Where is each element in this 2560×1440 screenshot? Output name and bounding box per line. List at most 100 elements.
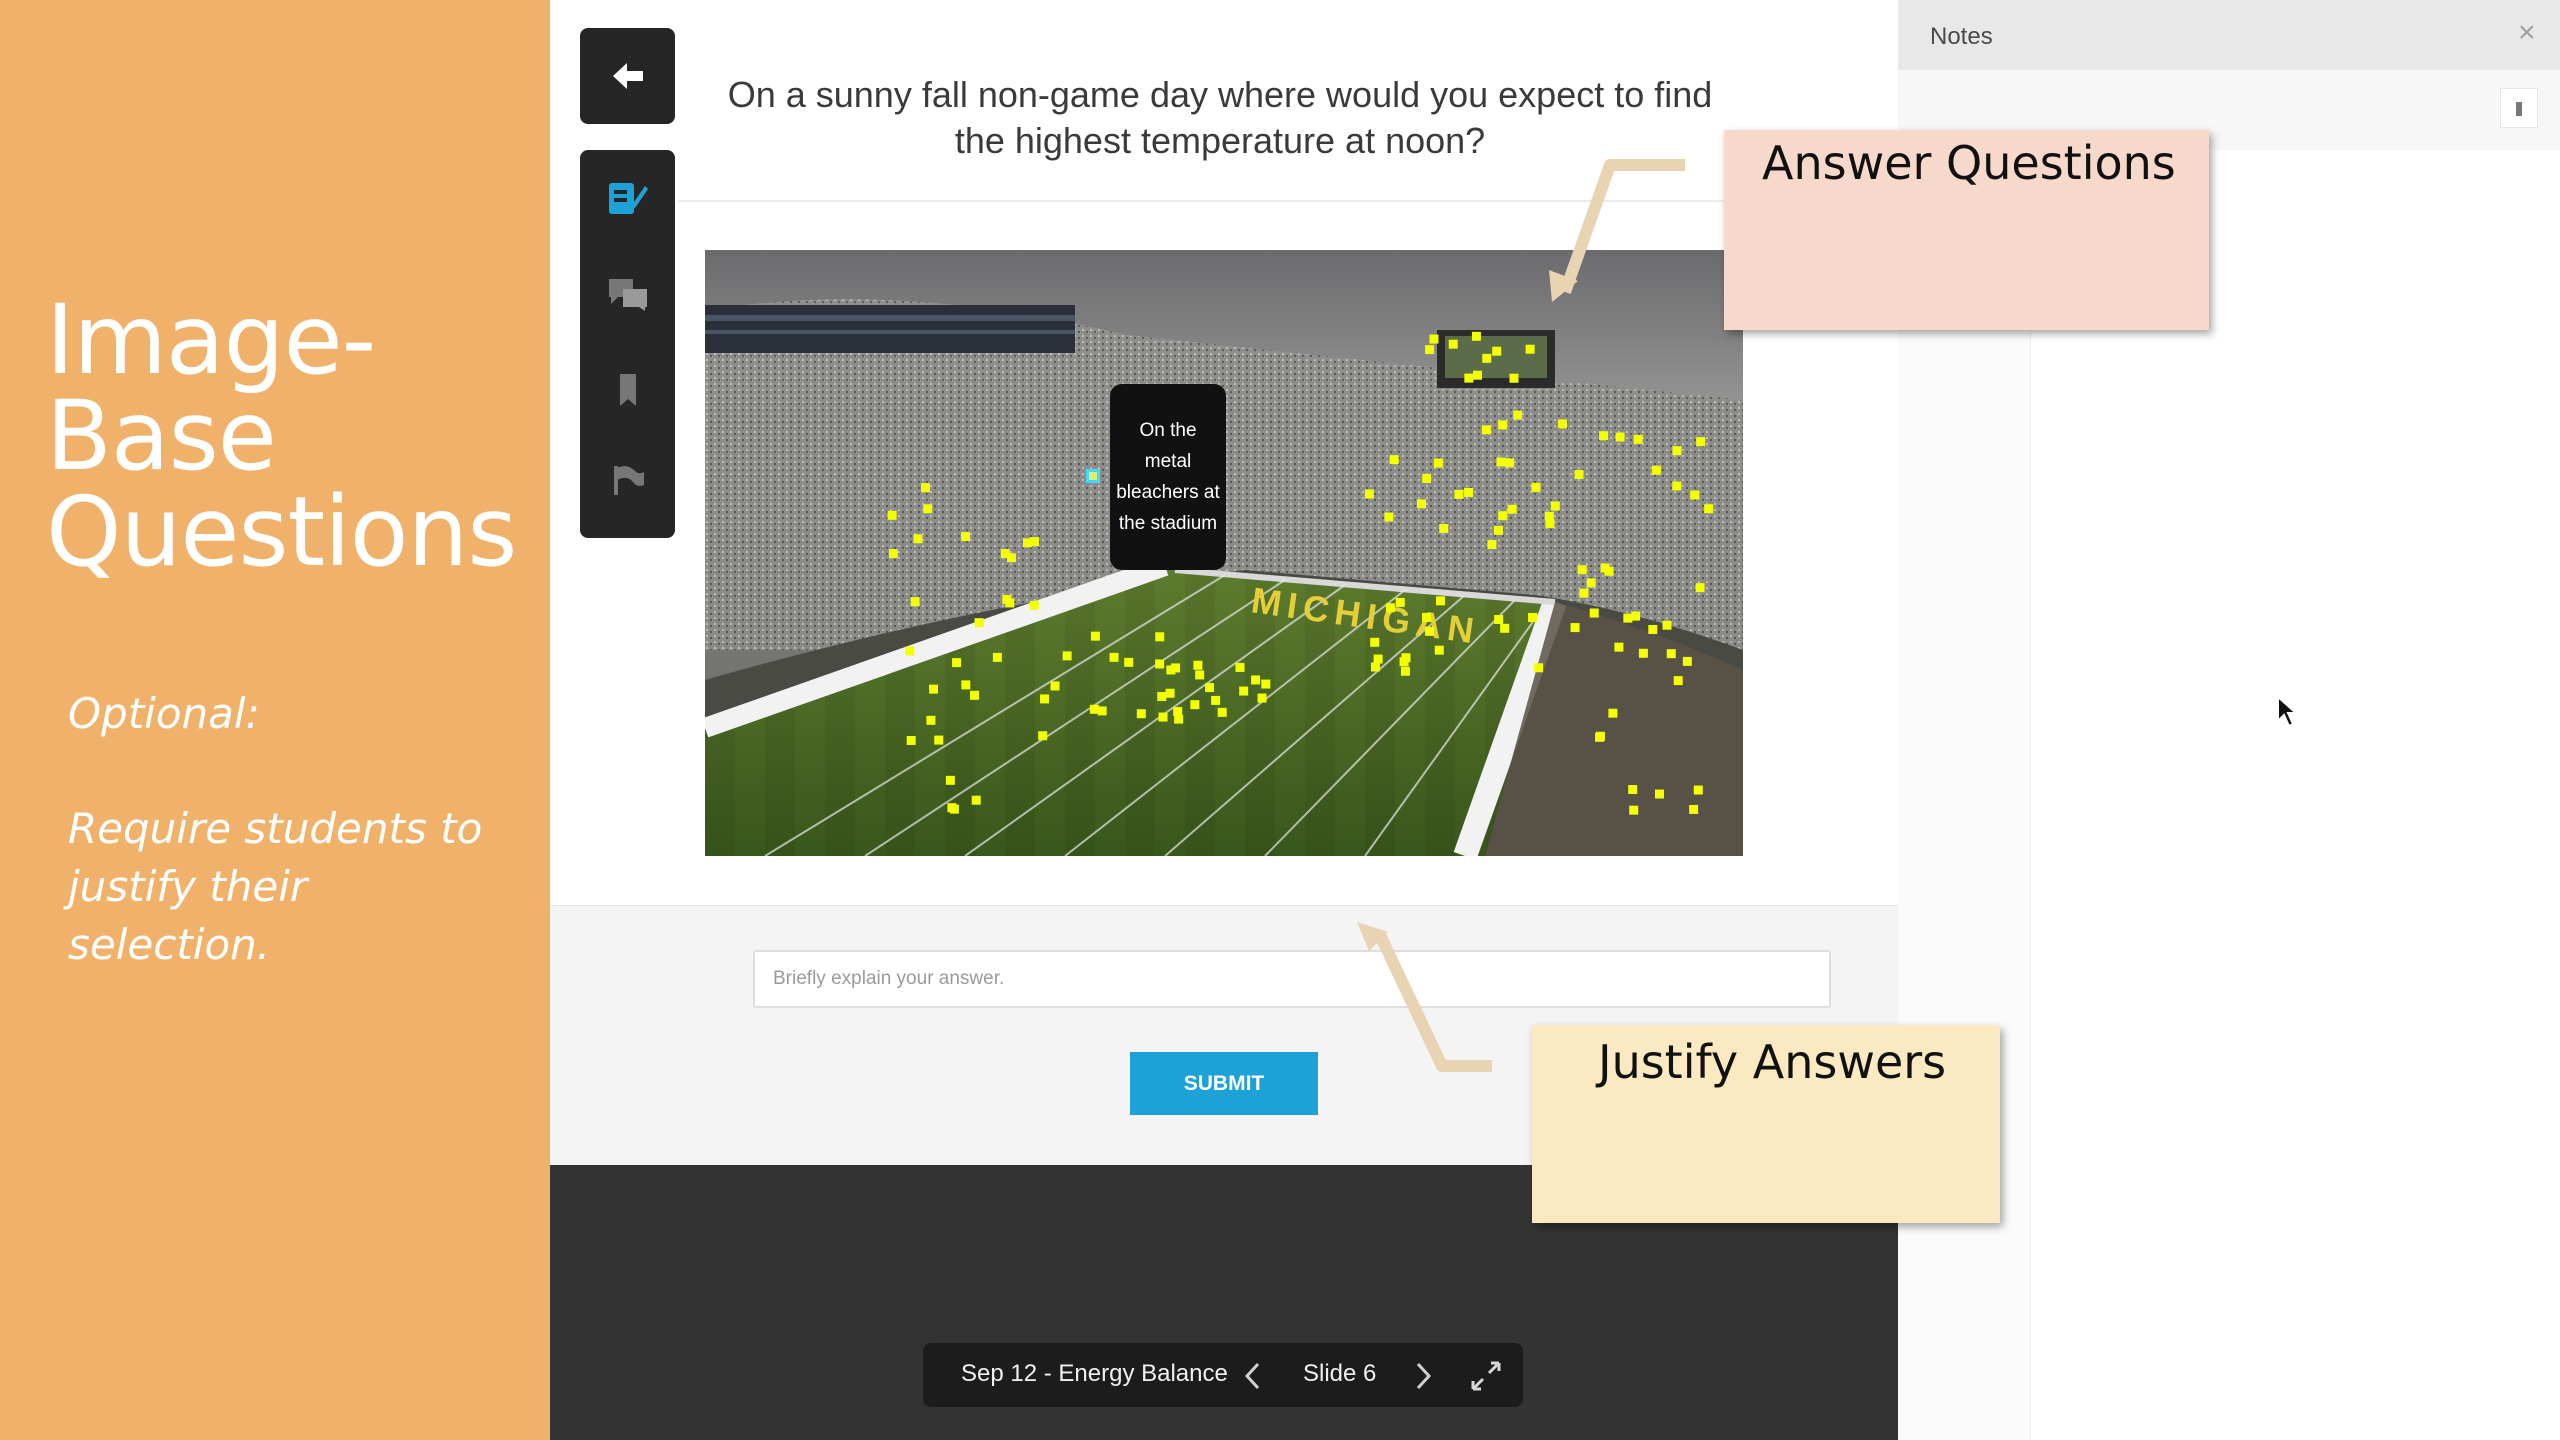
- answer-marker: [1550, 501, 1560, 511]
- answer-marker: [1513, 410, 1523, 420]
- answer-marker: [1257, 693, 1267, 703]
- answer-marker: [1174, 714, 1184, 724]
- answer-marker: [1211, 695, 1221, 705]
- answer-marker: [1651, 465, 1661, 475]
- tool-column: [580, 150, 675, 538]
- answer-marker: [1217, 707, 1227, 717]
- discussion-tool-button[interactable]: [580, 264, 675, 324]
- slide-title-line-3: Questions: [46, 476, 517, 588]
- answer-marker: [1389, 455, 1399, 465]
- answer-marker: [1205, 683, 1215, 693]
- answer-marker: [888, 549, 898, 559]
- bookmark-tool-button[interactable]: [580, 360, 675, 420]
- answer-marker: [1498, 420, 1508, 430]
- answer-marker: [1097, 706, 1107, 716]
- answer-marker: [1165, 688, 1175, 698]
- answer-marker: [1157, 691, 1167, 701]
- answer-marker: [1487, 540, 1497, 550]
- answer-marker: [1029, 537, 1039, 547]
- answer-marker: [1631, 611, 1641, 621]
- answer-marker: [1654, 789, 1664, 799]
- notes-sidebar: [1898, 150, 2031, 1440]
- answer-marker: [1062, 651, 1072, 661]
- answer-marker: [1038, 731, 1048, 741]
- answer-marker: [1579, 588, 1589, 598]
- answer-marker: [1029, 600, 1039, 610]
- answer-questions-label: Answer Questions: [1762, 136, 2176, 190]
- expand-icon[interactable]: [1469, 1359, 1503, 1393]
- answer-marker: [887, 510, 897, 520]
- answer-marker: [1666, 649, 1676, 659]
- question-pane: On a sunny fall non-game day where would…: [550, 0, 1898, 905]
- pencil-notes-icon: [608, 183, 648, 214]
- submit-button[interactable]: SUBMIT: [1130, 1052, 1318, 1115]
- answer-marker: [1400, 666, 1410, 676]
- answer-marker: [1586, 578, 1596, 588]
- answer-marker: [1124, 657, 1134, 667]
- answer-marker: [1251, 675, 1261, 685]
- bookmark-icon: [619, 374, 636, 406]
- answer-marker: [1693, 785, 1703, 795]
- close-icon[interactable]: ×: [2518, 16, 2536, 50]
- answer-marker: [1600, 563, 1610, 573]
- notes-title: Notes: [1930, 23, 1993, 50]
- answer-marker: [961, 680, 971, 690]
- answer-questions-callout: Answer Questions: [1724, 130, 2209, 330]
- answer-marker: [1662, 620, 1672, 630]
- answer-marker: [934, 735, 944, 745]
- answer-marker: [1050, 681, 1060, 691]
- answer-marker: [1507, 504, 1517, 514]
- answer-marker: [1628, 785, 1638, 795]
- answer-marker: [1599, 431, 1609, 441]
- notes-toolbar-button[interactable]: [2500, 88, 2538, 128]
- answer-marker: [913, 534, 923, 544]
- mouse-cursor-icon: [2277, 695, 2298, 728]
- chat-bubbles-icon: [608, 279, 647, 311]
- answer-marker: [1464, 373, 1474, 383]
- answer-marker: [1239, 686, 1249, 696]
- answer-marker: [1545, 518, 1555, 528]
- flag-icon: [613, 466, 644, 495]
- answer-marker: [921, 483, 931, 493]
- chevron-left-icon[interactable]: [1243, 1361, 1263, 1391]
- notes-header: Notes ×: [1898, 0, 2560, 70]
- answer-marker: [1158, 712, 1168, 722]
- answer-marker: [971, 795, 981, 805]
- marker-icon: [2516, 102, 2522, 116]
- answer-marker: [1615, 432, 1625, 442]
- answer-marker: [1638, 648, 1648, 658]
- answer-marker: [1481, 425, 1491, 435]
- answer-marker: [1399, 657, 1409, 667]
- answer-marker: [1558, 419, 1568, 429]
- answer-marker: [1704, 504, 1714, 514]
- answer-marker: [1006, 553, 1016, 563]
- answer-marker: [906, 735, 916, 745]
- back-button[interactable]: [580, 28, 675, 124]
- lesson-name[interactable]: Sep 12 - Energy Balance: [961, 1360, 1228, 1388]
- chevron-right-icon[interactable]: [1413, 1361, 1433, 1391]
- answer-marker: [926, 715, 936, 725]
- answer-marker: [1422, 473, 1432, 483]
- answer-marker: [1629, 805, 1639, 815]
- answer-marker: [969, 690, 979, 700]
- explanation-input[interactable]: [753, 950, 1831, 1008]
- justify-answers-callout: Justify Answers: [1532, 1025, 2000, 1223]
- selected-answer-marker[interactable]: [1086, 469, 1100, 483]
- answer-marker: [1005, 598, 1015, 608]
- answer-marker: [1493, 525, 1503, 535]
- answer-marker: [1448, 339, 1458, 349]
- answer-marker: [905, 646, 915, 656]
- answer-marker: [1472, 370, 1482, 380]
- slide-sidebar: Image- Base Questions Optional: Require …: [0, 0, 550, 1440]
- slide-number: Slide 6: [1303, 1360, 1377, 1387]
- flag-tool-button[interactable]: [580, 450, 675, 510]
- answer-marker: [1690, 490, 1700, 500]
- question-text: On a sunny fall non-game day where would…: [727, 74, 1713, 161]
- optional-label: Optional:: [68, 689, 260, 738]
- answer-marker: [1454, 489, 1464, 499]
- answer-marker: [1695, 583, 1705, 593]
- answer-marker: [1682, 656, 1692, 666]
- answer-marker: [1155, 659, 1165, 669]
- answer-marker: [1505, 458, 1515, 468]
- notes-tool-button[interactable]: [580, 168, 675, 228]
